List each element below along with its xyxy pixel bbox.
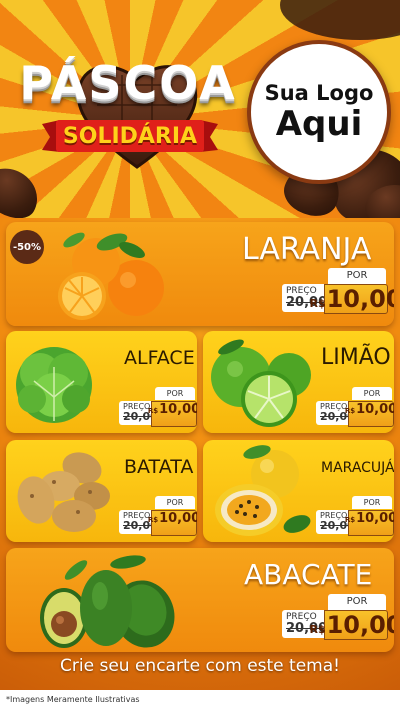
title-pascoa: PÁSCOA (19, 56, 237, 110)
price-tag: PREÇO 20,00 POR R$ 10,00 (119, 496, 197, 536)
product-name: ABACATE (244, 558, 373, 591)
price-por-label: POR (352, 496, 392, 509)
price-new-value: 10,00 (356, 402, 394, 417)
price-por-label: POR (155, 387, 195, 400)
price-old-value: 20,00 (320, 519, 355, 532)
price-old-box: PREÇO 20,00 (316, 510, 355, 534)
price-new-value: 10,00 (326, 611, 394, 639)
price-currency: R$ (147, 407, 159, 415)
logo-text-line2: Aqui (275, 104, 363, 144)
price-por-label: POR (328, 594, 386, 610)
product-card-maracuja: MARACUJÁ PREÇO 20,00 POR R$ 10,00 (203, 440, 394, 542)
product-name: LARANJA (242, 232, 372, 267)
price-new-box: R$ 10,00 (309, 610, 394, 640)
product-card-batata: BATATA PREÇO 20,00 POR R$ 10,00 (6, 440, 197, 542)
price-new-box: R$ 10,00 (309, 284, 394, 314)
chocolate-shadow (280, 0, 400, 40)
discount-badge: -50% (10, 230, 44, 264)
price-currency: R$ (309, 623, 326, 636)
orange-icon (58, 232, 164, 320)
poster: PÁSCOA SOLIDÁRIA Sua Logo Aqui -50% LARA… (0, 0, 400, 711)
price-tag: PREÇO 20,00 POR R$ 10,00 (119, 387, 197, 427)
price-currency: R$ (344, 407, 356, 415)
price-old-value: 20,00 (123, 519, 158, 532)
price-por-label: POR (352, 387, 392, 400)
price-new-value: 10,00 (326, 285, 394, 313)
disclaimer-bar: *Imagens Meramente Ilustrativas (0, 690, 400, 711)
price-old-value: 20,00 (320, 410, 355, 423)
price-currency: R$ (309, 297, 326, 310)
product-card-laranja: -50% LARANJA PREÇO 20,00 POR R$ 10,0 (6, 222, 394, 326)
lime-icon (211, 339, 311, 427)
chocolate-egg-icon (0, 158, 48, 218)
price-old-value: 20,00 (123, 410, 158, 423)
price-old-box: PREÇO 20,00 (316, 401, 355, 425)
price-new-value: 10,00 (159, 511, 197, 526)
logo-text-line1: Sua Logo (264, 81, 374, 105)
avocado-icon (40, 555, 175, 648)
product-card-limao: LIMÃO PREÇO 20,00 POR R$ 10,00 (203, 331, 394, 433)
price-tag: PREÇO 20,00 POR R$ 10,00 (282, 268, 394, 314)
passion-fruit-icon (215, 445, 311, 536)
price-tag: PREÇO 20,00 POR R$ 10,00 (282, 594, 394, 640)
price-new-value: 10,00 (159, 402, 197, 417)
logo-placeholder: Sua Logo Aqui (247, 40, 391, 184)
product-card-alface: ALFACE PREÇO 20,00 POR R$ 10,00 (6, 331, 197, 433)
price-old-box: PREÇO 20,00 (119, 510, 158, 534)
product-card-abacate: ABACATE PREÇO 20,00 POR R$ 10,00 (6, 548, 394, 652)
price-tag: PREÇO 20,00 POR R$ 10,00 (316, 496, 394, 536)
price-por-label: POR (328, 268, 386, 284)
price-currency: R$ (147, 516, 159, 524)
product-name: BATATA (124, 456, 194, 478)
price-old-box: PREÇO 20,00 (119, 401, 158, 425)
potato-icon (17, 452, 110, 532)
disclaimer-text: *Imagens Meramente Ilustrativas (6, 695, 140, 704)
price-new-box: R$ 10,00 (147, 510, 197, 536)
footer-cta: Crie seu encarte com este tema! (60, 656, 340, 676)
header-banner: PÁSCOA SOLIDÁRIA Sua Logo Aqui (0, 0, 400, 218)
subtitle-solidaria: SOLIDÁRIA (62, 124, 198, 149)
price-por-label: POR (155, 496, 195, 509)
price-new-value: 10,00 (356, 511, 394, 526)
price-new-box: R$ 10,00 (147, 401, 197, 427)
lettuce-icon (16, 347, 92, 423)
product-name: LIMÃO (321, 345, 391, 370)
price-tag: PREÇO 20,00 POR R$ 10,00 (316, 387, 394, 427)
product-name: ALFACE (124, 347, 195, 369)
price-new-box: R$ 10,00 (344, 510, 394, 536)
price-currency: R$ (344, 516, 356, 524)
price-new-box: R$ 10,00 (344, 401, 394, 427)
product-name: MARACUJÁ (321, 460, 394, 476)
